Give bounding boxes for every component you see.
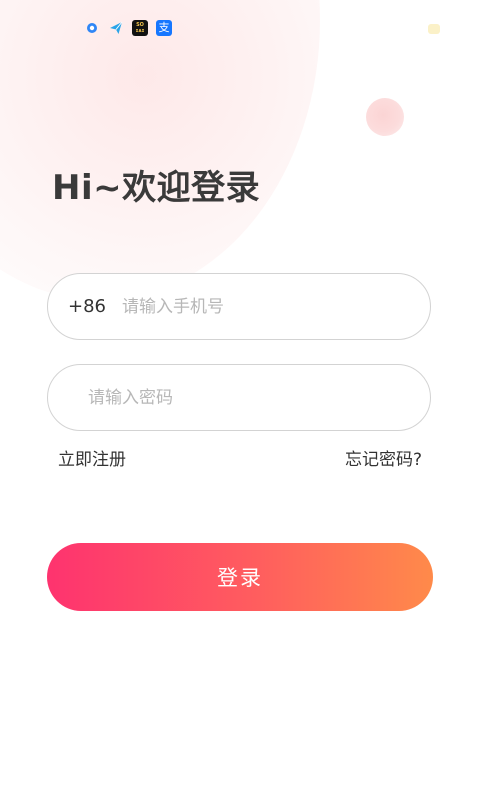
login-button[interactable]: 登录 xyxy=(47,543,433,611)
soul-app-icon: SO ɪᴀɪ xyxy=(132,20,148,36)
login-screen: SO ɪᴀɪ 支 Hi~欢迎登录 +86 立即注册 忘记密码? 登录 xyxy=(0,0,480,800)
phone-input[interactable] xyxy=(120,285,430,328)
alipay-icon: 支 xyxy=(156,20,172,36)
background-decoration-large xyxy=(0,0,320,300)
background-decoration-dot xyxy=(428,24,440,34)
send-icon xyxy=(108,20,124,36)
password-input[interactable] xyxy=(86,376,430,419)
register-link[interactable]: 立即注册 xyxy=(58,445,126,470)
country-code-prefix[interactable]: +86 xyxy=(68,296,106,317)
password-field[interactable] xyxy=(47,364,431,431)
page-title: Hi~欢迎登录 xyxy=(52,168,261,208)
forgot-password-link[interactable]: 忘记密码? xyxy=(345,445,422,470)
phone-field[interactable]: +86 xyxy=(47,273,431,340)
soul-app-label-bottom: ɪᴀɪ xyxy=(135,28,145,34)
target-icon xyxy=(84,20,100,36)
background-decoration-small xyxy=(366,98,404,136)
status-bar-notifications: SO ɪᴀɪ 支 xyxy=(84,20,172,36)
